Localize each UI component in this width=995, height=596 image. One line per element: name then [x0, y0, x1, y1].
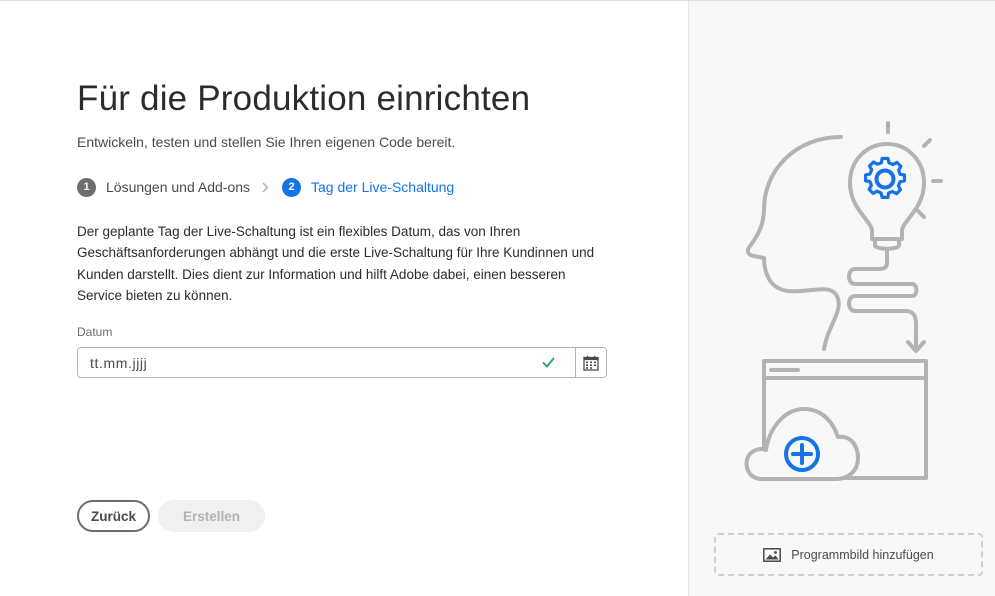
add-program-image-button[interactable]: Programmbild hinzufügen — [714, 533, 983, 576]
date-picker — [77, 347, 607, 378]
calendar-button[interactable] — [575, 348, 606, 377]
program-illustration — [740, 113, 950, 485]
step-solutions[interactable]: 1 Lösungen und Add-ons — [77, 177, 251, 197]
main-panel: Für die Produktion einrichten Entwickeln… — [0, 0, 688, 596]
checkmark-icon — [539, 354, 557, 372]
back-button[interactable]: Zurück — [77, 500, 150, 532]
date-input[interactable] — [78, 348, 539, 377]
chevron-right-icon — [262, 181, 269, 193]
date-field-label: Datum — [77, 325, 113, 339]
calendar-icon — [583, 355, 599, 371]
step-description: Der geplante Tag der Live-Schaltung ist … — [77, 224, 595, 303]
side-panel: Programmbild hinzufügen — [688, 0, 995, 596]
step-label: Lösungen und Add-ons — [106, 179, 251, 195]
create-button[interactable]: Erstellen — [158, 500, 265, 532]
add-image-label: Programmbild hinzufügen — [791, 547, 934, 562]
step-label: Tag der Live-Schaltung — [311, 179, 455, 195]
step-number-badge: 2 — [282, 177, 302, 197]
page-subtitle: Entwickeln, testen und stellen Sie Ihren… — [77, 134, 456, 150]
step-number-badge: 1 — [77, 177, 96, 197]
page-title: Für die Produktion einrichten — [77, 79, 531, 118]
step-indicator: 1 Lösungen und Add-ons 2 Tag der Live-Sc… — [77, 177, 454, 197]
image-icon — [763, 547, 782, 562]
step-go-live-date[interactable]: 2 Tag der Live-Schaltung — [282, 177, 455, 197]
